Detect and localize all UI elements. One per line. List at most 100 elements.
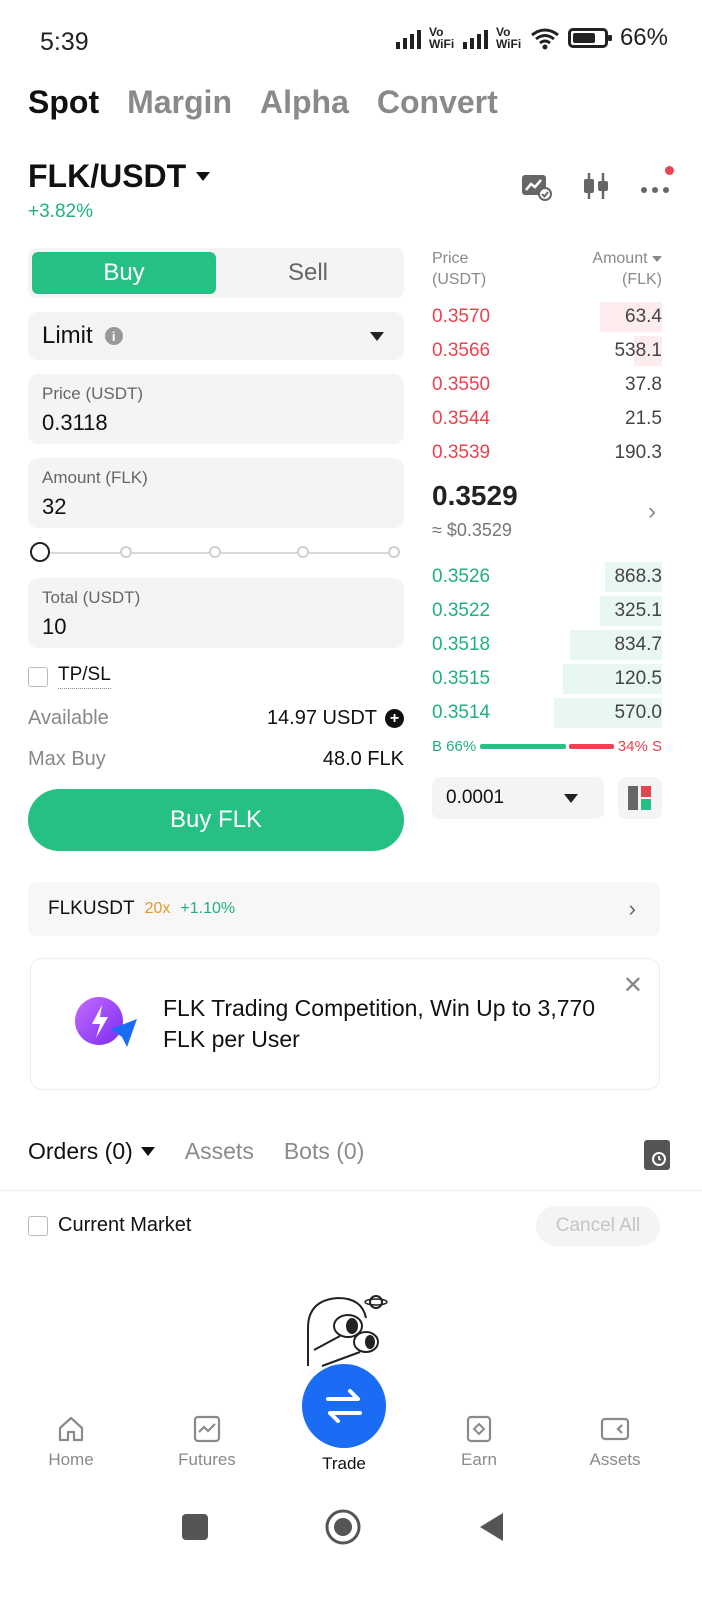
status-bar: 5:39 Vo WiFi Vo WiFi 66% xyxy=(0,0,702,80)
back-button[interactable] xyxy=(480,1513,503,1541)
system-nav-bar xyxy=(0,1490,702,1600)
slider-step-50[interactable] xyxy=(209,546,221,558)
total-input[interactable]: 10 xyxy=(42,614,390,640)
wallet-icon xyxy=(600,1414,630,1444)
tpsl-toggle[interactable]: TP/SL xyxy=(28,664,404,689)
orders-tabs: Orders (0) Assets Bots (0) xyxy=(28,1138,364,1165)
order-book: Price (USDT) Amount (FLK) 0.3570 63.4 0.3… xyxy=(432,248,662,819)
available-row: Available 14.97 USDT + xyxy=(28,707,404,730)
price-label: Price (USDT) xyxy=(42,384,144,403)
futures-leverage: 20x xyxy=(144,900,171,917)
bids-list: 0.3526 868.3 0.3522 325.1 0.3518 834.7 0.35… xyxy=(432,560,662,730)
ask-row[interactable]: 0.3539 190.3 xyxy=(432,436,662,470)
chevron-down-icon xyxy=(564,793,578,803)
mid-price-block[interactable]: 0.3529 ≈ $0.3529 › xyxy=(432,470,662,558)
order-history-icon[interactable] xyxy=(644,1140,670,1170)
ratio-sell-fill xyxy=(569,744,614,749)
buy-submit-button[interactable]: Buy FLK xyxy=(28,789,404,851)
total-field[interactable]: Total (USDT) 10 xyxy=(28,578,404,648)
chart-switch-icon[interactable] xyxy=(520,170,552,202)
slider-step-25[interactable] xyxy=(120,546,132,558)
tab-margin[interactable]: Margin xyxy=(127,84,232,121)
buy-tab[interactable]: Buy xyxy=(32,252,216,294)
order-book-controls: 0.0001 xyxy=(432,777,662,819)
nav-assets[interactable]: Assets xyxy=(565,1414,665,1470)
tab-orders[interactable]: Orders (0) xyxy=(28,1138,155,1165)
chevron-right-icon: › xyxy=(628,896,636,921)
cell-signal-icon xyxy=(462,27,488,49)
cell-signal-icon xyxy=(395,27,421,49)
current-market-label: Current Market xyxy=(58,1214,192,1236)
book-layout-icon[interactable] xyxy=(618,777,662,819)
vowifi-label: Vo WiFi xyxy=(428,25,455,51)
divider xyxy=(0,1190,702,1191)
pair-symbol: FLK/USDT xyxy=(28,158,187,194)
tpsl-checkbox[interactable] xyxy=(28,666,48,687)
close-icon[interactable]: ✕ xyxy=(623,971,643,1000)
ask-row[interactable]: 0.3566 538.1 xyxy=(432,334,662,368)
current-market-checkbox[interactable] xyxy=(28,1215,48,1236)
price-input[interactable]: 0.3118 xyxy=(42,410,390,436)
price-header-unit: (USDT) xyxy=(432,271,487,288)
tab-assets[interactable]: Assets xyxy=(185,1138,254,1165)
vowifi-label: Vo WiFi xyxy=(495,25,522,51)
futures-link[interactable]: FLKUSDT 20x +1.10% › xyxy=(28,882,660,936)
pair-selector[interactable]: FLK/USDT xyxy=(28,158,211,195)
battery-icon xyxy=(567,28,612,48)
slider-handle[interactable] xyxy=(30,542,50,562)
home-button[interactable] xyxy=(325,1509,361,1545)
available-value: 14.97 USDT xyxy=(266,707,377,729)
info-icon[interactable]: i xyxy=(104,327,123,345)
promo-card[interactable]: FLK Trading Competition, Win Up to 3,770… xyxy=(30,958,660,1090)
nav-earn[interactable]: Earn xyxy=(429,1414,529,1470)
market-type-tabs: Spot Margin Alpha Convert xyxy=(28,84,498,121)
lightning-badge-icon xyxy=(71,989,145,1063)
trade-swap-icon xyxy=(326,1389,362,1423)
max-buy-row: Max Buy 48.0 FLK xyxy=(28,748,404,771)
order-book-header: Price (USDT) Amount (FLK) xyxy=(432,248,662,290)
price-field[interactable]: Price (USDT) 0.3118 xyxy=(28,374,404,444)
amount-header-unit: (FLK) xyxy=(622,271,662,288)
empty-state-binoculars-icon xyxy=(300,1288,392,1372)
nav-trade-label[interactable]: Trade xyxy=(294,1454,394,1474)
amount-header[interactable]: Amount xyxy=(592,248,662,269)
more-icon[interactable] xyxy=(640,166,674,202)
bid-row[interactable]: 0.3514 570.0 xyxy=(432,696,662,730)
notification-dot xyxy=(665,166,674,175)
pair-header: FLK/USDT +3.82% xyxy=(28,158,211,223)
amount-input[interactable]: 32 xyxy=(42,494,390,520)
bid-row[interactable]: 0.3515 120.5 xyxy=(432,662,662,696)
status-time: 5:39 xyxy=(40,28,89,56)
bid-row[interactable]: 0.3518 834.7 xyxy=(432,628,662,662)
tab-convert[interactable]: Convert xyxy=(377,84,498,121)
futures-change: +1.10% xyxy=(180,900,236,917)
nav-trade[interactable] xyxy=(302,1364,386,1448)
slider-step-100[interactable] xyxy=(388,546,400,558)
slider-step-75[interactable] xyxy=(297,546,309,558)
nav-futures[interactable]: Futures xyxy=(157,1414,257,1470)
amount-slider[interactable] xyxy=(28,542,404,564)
amount-field[interactable]: Amount (FLK) 32 xyxy=(28,458,404,528)
nav-home[interactable]: Home xyxy=(21,1414,121,1470)
cancel-all-button[interactable]: Cancel All xyxy=(536,1206,660,1246)
recents-button[interactable] xyxy=(182,1514,208,1540)
chevron-right-icon: › xyxy=(648,498,656,525)
ask-row[interactable]: 0.3544 21.5 xyxy=(432,402,662,436)
total-label: Total (USDT) xyxy=(42,588,141,607)
tab-spot[interactable]: Spot xyxy=(28,84,99,121)
tab-alpha[interactable]: Alpha xyxy=(260,84,349,121)
ask-row[interactable]: 0.3570 63.4 xyxy=(432,300,662,334)
candlestick-icon[interactable] xyxy=(580,170,612,202)
current-market-filter[interactable]: Current Market xyxy=(28,1214,191,1237)
order-type-select[interactable]: Limit i xyxy=(28,312,404,360)
precision-select[interactable]: 0.0001 xyxy=(432,777,604,819)
max-buy-value: 48.0 FLK xyxy=(322,748,404,770)
status-icons: Vo WiFi Vo WiFi 66% xyxy=(395,24,668,52)
bid-row[interactable]: 0.3526 868.3 xyxy=(432,560,662,594)
tab-bots[interactable]: Bots (0) xyxy=(284,1138,365,1165)
deposit-plus-icon[interactable]: + xyxy=(385,709,404,728)
precision-value: 0.0001 xyxy=(446,787,505,808)
sell-tab[interactable]: Sell xyxy=(216,252,400,294)
bid-row[interactable]: 0.3522 325.1 xyxy=(432,594,662,628)
ask-row[interactable]: 0.3550 37.8 xyxy=(432,368,662,402)
